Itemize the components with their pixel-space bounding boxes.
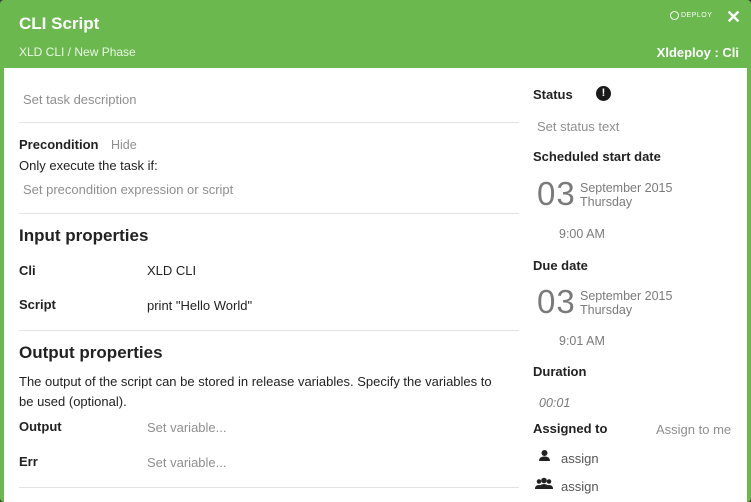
assign-user-link[interactable]: assign	[561, 451, 599, 466]
duration-label: Duration	[533, 364, 587, 379]
assign-team-link[interactable]: assign	[561, 479, 599, 494]
user-icon	[539, 450, 550, 461]
precondition-title: Precondition	[19, 137, 99, 152]
err-label: Err	[19, 454, 38, 469]
divider	[19, 213, 519, 214]
team-icon	[535, 477, 553, 489]
scheduled-time[interactable]: 9:00 AM	[559, 227, 605, 241]
modal-title: CLI Script	[19, 14, 100, 33]
deploy-logo: DEPLOY	[670, 11, 712, 20]
close-icon[interactable]: ✕	[726, 8, 741, 26]
divider	[19, 330, 519, 331]
scheduled-day[interactable]: 03	[537, 175, 576, 213]
status-alert-icon: !	[596, 86, 611, 101]
due-month-year: September 2015	[580, 289, 673, 303]
output-variable-input[interactable]: Set variable...	[147, 420, 227, 435]
assign-to-me-link[interactable]: Assign to me	[656, 422, 731, 437]
output-help-line2: be used (optional).	[19, 394, 127, 409]
divider	[19, 122, 519, 123]
breadcrumb[interactable]: XLD CLI / New Phase	[19, 45, 136, 59]
task-modal: CLI Script XLD CLI / New Phase DEPLOY ✕ …	[0, 0, 751, 502]
due-weekday: Thursday	[580, 303, 633, 317]
duration-value[interactable]: 00:01	[539, 396, 570, 410]
output-properties-title: Output properties	[19, 343, 163, 362]
scheduled-month-year: September 2015	[580, 181, 673, 195]
task-type-label: Xldeploy : Cli	[656, 45, 739, 60]
due-date-label: Due date	[533, 258, 588, 273]
scheduled-weekday: Thursday	[580, 195, 633, 209]
assigned-to-label: Assigned to	[533, 421, 608, 436]
cli-label: Cli	[19, 263, 36, 278]
input-properties-title: Input properties	[19, 226, 149, 245]
err-variable-input[interactable]: Set variable...	[147, 455, 227, 470]
due-time[interactable]: 9:01 AM	[559, 334, 605, 348]
output-help-line1: The output of the script can be stored i…	[19, 374, 492, 389]
logo-text: DEPLOY	[681, 12, 713, 19]
logo-ring-icon	[670, 11, 679, 20]
due-day[interactable]: 03	[537, 283, 576, 321]
status-label: Status	[533, 87, 573, 102]
precondition-hide-link[interactable]: Hide	[111, 138, 137, 152]
cli-value[interactable]: XLD CLI	[147, 263, 196, 278]
output-label: Output	[19, 419, 62, 434]
script-value[interactable]: print "Hello World"	[147, 298, 252, 313]
status-text-input[interactable]: Set status text	[537, 119, 619, 134]
precondition-input[interactable]: Set precondition expression or script	[23, 182, 233, 197]
modal-body: Set task description Precondition Hide O…	[4, 68, 747, 502]
divider	[19, 487, 519, 488]
scheduled-start-label: Scheduled start date	[533, 149, 661, 164]
script-label: Script	[19, 297, 56, 312]
task-description-input[interactable]: Set task description	[23, 92, 136, 107]
precondition-help: Only execute the task if:	[19, 158, 158, 173]
